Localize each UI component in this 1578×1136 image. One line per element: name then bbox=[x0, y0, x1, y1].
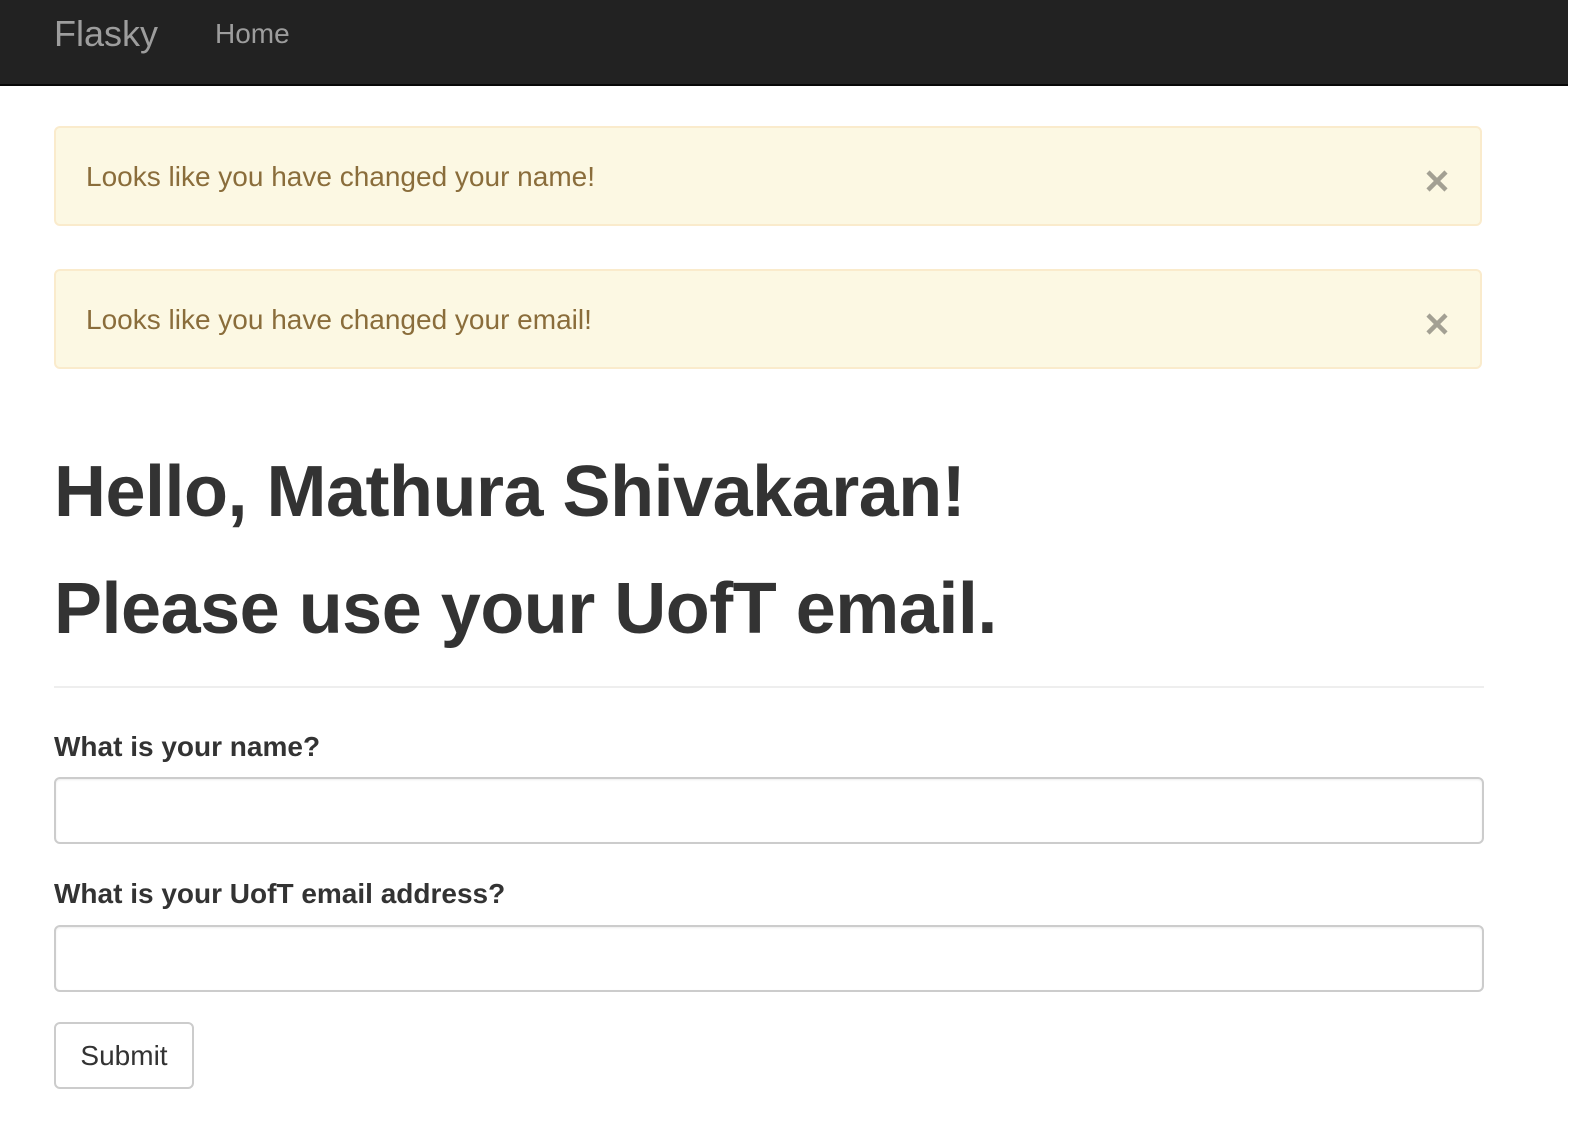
close-icon[interactable] bbox=[1422, 164, 1452, 194]
greeting-heading: Hello, Mathura Shivakaran! bbox=[54, 452, 966, 532]
divider bbox=[54, 686, 1484, 688]
navbar: Flasky Home bbox=[0, 0, 1568, 86]
name-input[interactable] bbox=[54, 777, 1484, 844]
alert-email-changed: Looks like you have changed your email! bbox=[54, 269, 1482, 369]
submit-button[interactable]: Submit bbox=[54, 1022, 194, 1089]
brand-link[interactable]: Flasky bbox=[54, 14, 158, 54]
alert-message: Looks like you have changed your name! bbox=[86, 161, 595, 192]
alert-message: Looks like you have changed your email! bbox=[86, 304, 592, 335]
name-label: What is your name? bbox=[54, 731, 321, 762]
nav-link-home[interactable]: Home bbox=[215, 18, 290, 50]
email-input[interactable] bbox=[54, 925, 1484, 992]
alert-name-changed: Looks like you have changed your name! bbox=[54, 126, 1482, 226]
close-icon[interactable] bbox=[1422, 307, 1452, 337]
email-notice-heading: Please use your UofT email. bbox=[54, 569, 997, 649]
email-label: What is your UofT email address? bbox=[54, 878, 506, 909]
